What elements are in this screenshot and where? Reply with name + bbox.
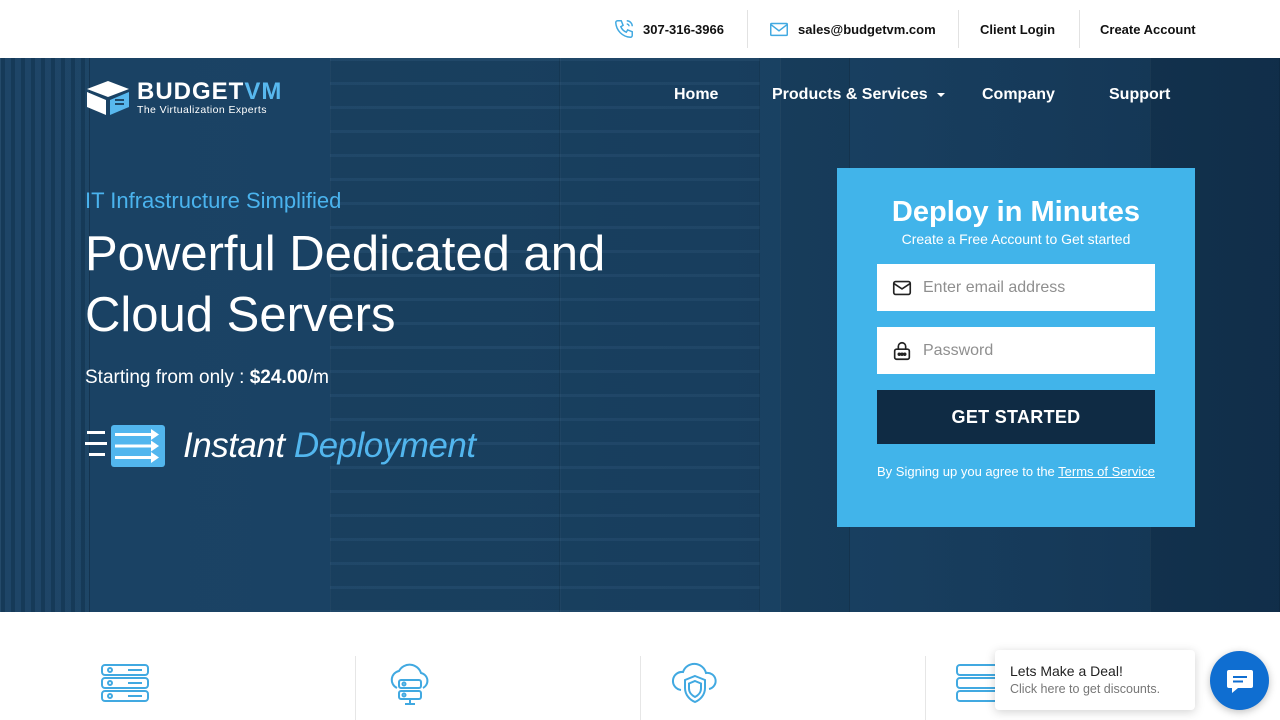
password-input[interactable] [923,341,1143,360]
nav-support[interactable]: Support [1109,86,1170,104]
envelope-icon [892,280,912,295]
signup-title: Deploy in Minutes [891,196,1141,228]
create-account-link[interactable]: Create Account [1100,0,1196,58]
get-started-button[interactable]: GET STARTED [877,390,1155,444]
headline-line: Cloud Servers [85,288,396,342]
email-input[interactable] [923,278,1143,297]
feature-divider [355,656,356,720]
nav-company[interactable]: Company [982,86,1055,104]
phone-link[interactable]: 307-316-3966 [613,0,724,58]
topbar-divider [1079,10,1080,48]
instant-deployment-text: Instant Deployment [183,426,476,465]
lock-icon [893,341,911,360]
chat-launcher-button[interactable] [1210,651,1269,710]
starting-price: Starting from only : $24.00/m [85,367,329,389]
hero-headline: Powerful Dedicated and Cloud Servers [85,224,685,346]
brand-logo[interactable]: BUDGETVM The Virtualization Experts [85,78,320,118]
chat-subtitle: Click here to get discounts. [1010,682,1161,696]
chat-bubble-icon [1226,669,1253,693]
client-login-link[interactable]: Client Login [980,0,1055,58]
price-prefix: Starting from only : [85,367,250,388]
caret-down-icon [936,92,945,97]
headline-line: Powerful Dedicated and [85,227,606,281]
nav-products-services[interactable]: Products & Services [772,86,945,104]
top-bar: 307-316-3966 sales@budgetvm.com Client L… [0,0,1280,58]
cloud-shield-icon [672,662,717,704]
phone-number: 307-316-3966 [643,21,724,37]
fast-forward-lines-icon [85,425,165,467]
brand-name: BUDGETVM [137,78,283,106]
topbar-divider [958,10,959,48]
terms-notice: By Signing up you agree to the Terms of … [877,464,1167,479]
envelope-icon [770,22,788,37]
signup-subtitle: Create a Free Account to Get started [901,231,1131,247]
price-value: $24.00 [249,367,308,388]
topbar-divider [747,10,748,48]
feature-divider [640,656,641,720]
nav-products-label: Products & Services [772,86,928,103]
chat-prompt[interactable]: Lets Make a Deal! Click here to get disc… [995,650,1195,710]
hero-eyebrow: IT Infrastructure Simplified [85,188,342,213]
logo-box-icon [87,81,129,115]
phone-icon [615,20,633,38]
password-field[interactable] [877,327,1155,374]
cloud-server-icon [390,663,429,705]
chat-title: Lets Make a Deal! [1010,663,1123,679]
server-stack-icon [101,664,149,702]
brand-tagline: The Virtualization Experts [137,104,267,117]
instant-deployment-banner: Instant Deployment [85,422,476,470]
feature-divider [925,656,926,720]
terms-prefix: By Signing up you agree to the [877,464,1059,479]
email-link[interactable]: sales@budgetvm.com [768,0,936,58]
price-suffix: /m [307,367,329,388]
nav-home[interactable]: Home [674,86,718,104]
terms-of-service-link[interactable]: Terms of Service [1058,464,1155,479]
email-address: sales@budgetvm.com [798,21,936,37]
email-field[interactable] [877,264,1155,311]
